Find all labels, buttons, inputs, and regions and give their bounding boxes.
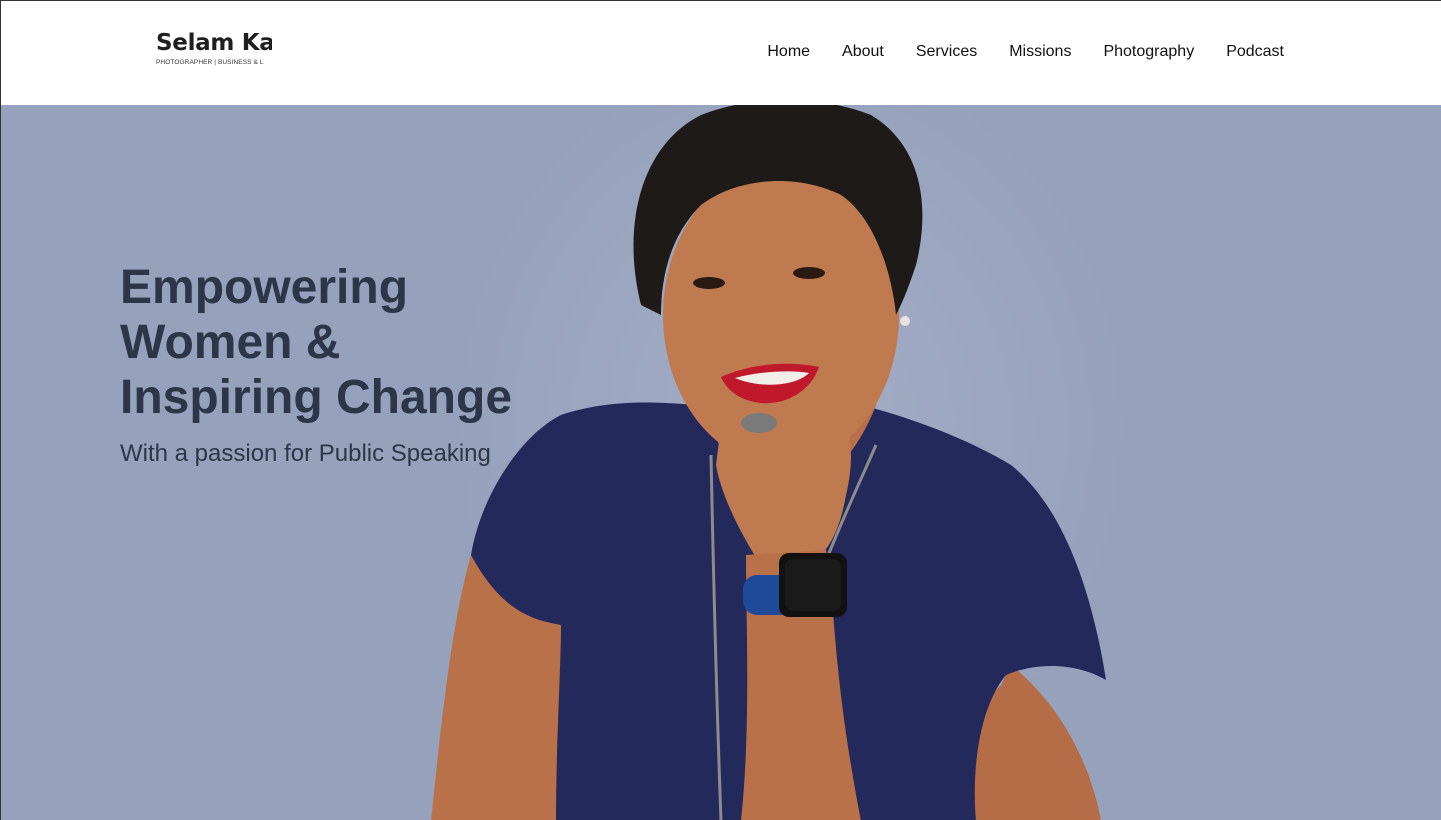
hero-title-line-2: Women & — [120, 316, 341, 369]
site-logo[interactable]: Selam Ka PHOTOGRAPHER | BUSINESS & L — [156, 29, 272, 73]
nav-podcast[interactable]: Podcast — [1226, 41, 1284, 63]
portrait-left-eye — [693, 277, 725, 289]
logo-name: Selam Ka — [156, 30, 272, 56]
hero-section: Empowering Women & Inspiring Change With… — [1, 105, 1441, 820]
hero-title: Empowering Women & Inspiring Change — [120, 260, 560, 425]
portrait-right-eye — [793, 267, 825, 279]
logo-tagline: PHOTOGRAPHER | BUSINESS & L — [156, 59, 264, 66]
nav-services[interactable]: Services — [916, 41, 977, 63]
nav-about[interactable]: About — [842, 41, 884, 63]
nav-missions[interactable]: Missions — [1009, 41, 1071, 63]
main-nav: Home About Services Missions Photography… — [767, 41, 1284, 63]
hero-title-line-1: Empowering — [120, 261, 409, 314]
nav-photography[interactable]: Photography — [1103, 41, 1194, 63]
page-frame: Selam Ka PHOTOGRAPHER | BUSINESS & L Hom… — [0, 0, 1441, 820]
portrait-earring — [900, 316, 910, 326]
hero-subtitle: With a passion for Public Speaking — [120, 440, 491, 467]
portrait-ring — [741, 413, 777, 433]
nav-home[interactable]: Home — [767, 41, 810, 63]
site-header: Selam Ka PHOTOGRAPHER | BUSINESS & L Hom… — [1, 1, 1441, 105]
hero-title-line-3: Inspiring Change — [120, 371, 513, 424]
